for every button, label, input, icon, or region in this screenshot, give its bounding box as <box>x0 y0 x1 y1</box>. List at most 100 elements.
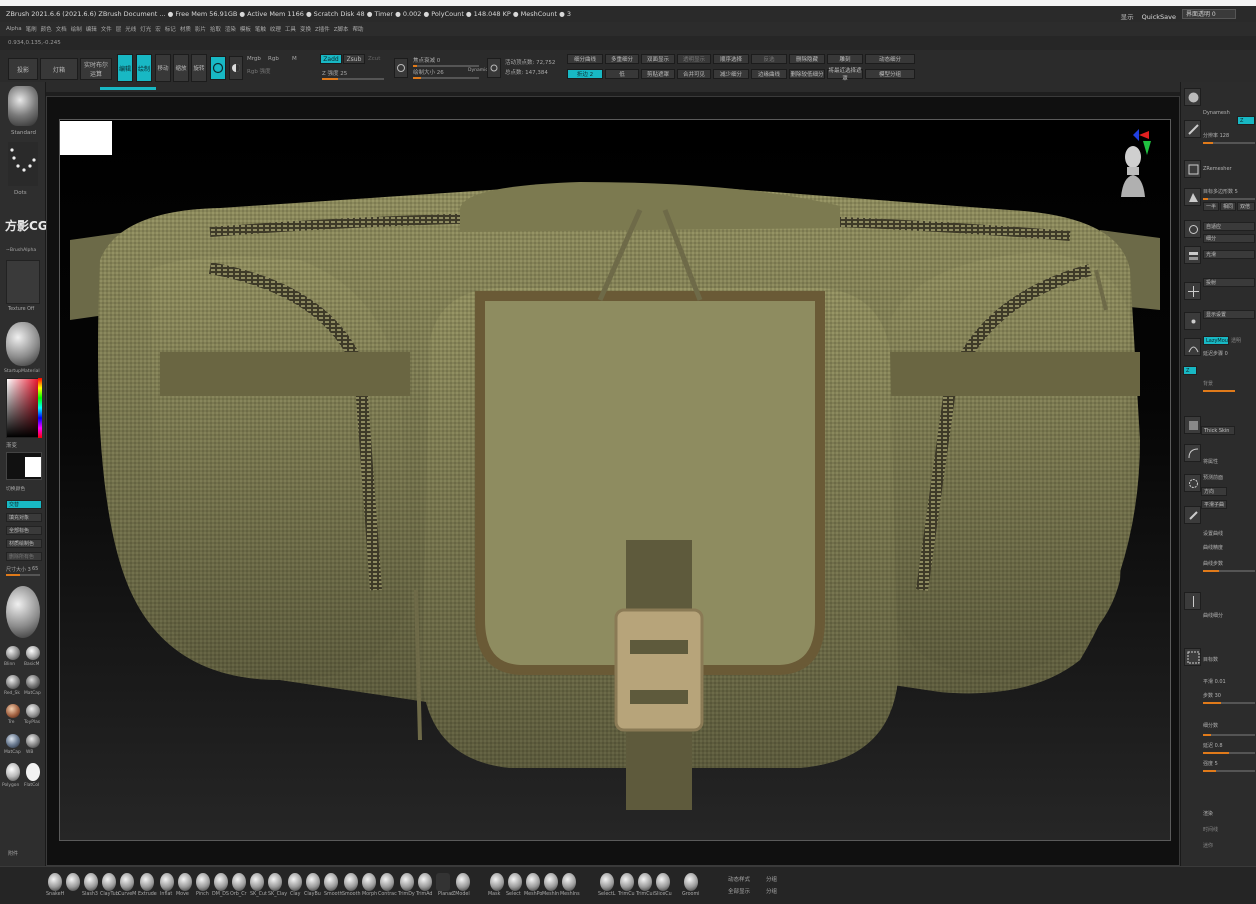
material-sphere[interactable] <box>6 704 20 718</box>
z-intensity-track[interactable] <box>322 78 384 80</box>
z-toggle[interactable]: Z <box>1183 366 1197 375</box>
brush-thumbnail[interactable] <box>160 873 174 891</box>
waist-bag-model[interactable] <box>60 120 1170 840</box>
shelf-button[interactable]: 边缘曲线 <box>751 69 787 79</box>
rotate-button[interactable]: 旋转 <box>191 54 207 82</box>
brush-thumbnail[interactable] <box>620 873 634 891</box>
shelf-button[interactable]: 动态细分 <box>865 54 915 64</box>
shelf-button[interactable]: 减少细分 <box>713 69 749 79</box>
mini-label[interactable]: 迷你 <box>1203 842 1213 849</box>
steps-slider[interactable]: 步数 30 <box>1203 692 1221 699</box>
zremesher-label[interactable]: ZRemesher <box>1203 166 1232 172</box>
brush-thumbnail[interactable] <box>362 873 376 891</box>
curve-step-track[interactable] <box>1203 570 1255 572</box>
delete-colors-button[interactable]: 删除所有色 <box>6 552 42 561</box>
hue-slider[interactable] <box>38 378 42 438</box>
shelf-button[interactable]: 模型分组 <box>865 69 915 79</box>
menu-item[interactable]: 光线 <box>125 25 136 33</box>
lazymouse-icon[interactable] <box>1184 338 1201 356</box>
brush-thumbnail[interactable] <box>178 873 192 891</box>
menu-item[interactable]: 拾取 <box>210 25 221 33</box>
shelf-button[interactable]: 多重细分 <box>605 54 639 64</box>
brush-thumbnail[interactable] <box>544 873 558 891</box>
shelf-button[interactable]: 双面显示 <box>641 54 675 64</box>
brush-thumbnail[interactable] <box>120 873 134 891</box>
zremesher-icon[interactable] <box>1184 160 1201 178</box>
material-sphere[interactable] <box>6 763 20 781</box>
menu-item[interactable]: Z脚本 <box>334 25 349 33</box>
color-picker[interactable] <box>6 378 42 438</box>
menu-item[interactable]: 绘制 <box>71 25 82 33</box>
lazymouse-toggle[interactable]: LazyMouse <box>1203 336 1229 345</box>
inflate-icon[interactable] <box>1184 220 1201 238</box>
render-label[interactable]: 渲染 <box>1203 810 1213 817</box>
menu-item[interactable]: 变换 <box>300 25 311 33</box>
shelf-button[interactable]: 低 <box>605 69 639 79</box>
brush-thumbnail[interactable] <box>508 873 522 891</box>
brush-thumbnail[interactable] <box>214 873 228 891</box>
brush-thumbnail[interactable] <box>268 873 282 891</box>
texture-thumbnail[interactable] <box>6 260 40 304</box>
z-intensity-slider[interactable]: Z 强度 25 <box>322 69 347 77</box>
menu-item[interactable]: 层 <box>116 25 122 33</box>
option-button[interactable]: 显示设置 <box>1203 310 1255 319</box>
stroke-thumbnail[interactable] <box>8 142 38 186</box>
material-sphere[interactable] <box>26 646 40 660</box>
focal-shift-slider[interactable]: 焦点衰减 0 <box>413 56 440 64</box>
polygroup-icon[interactable] <box>1184 188 1201 206</box>
menu-item[interactable]: 材质 <box>180 25 191 33</box>
material-preview-sphere[interactable] <box>6 586 40 638</box>
thick-skin-icon[interactable] <box>1184 416 1201 434</box>
material-color-button[interactable]: 材质绘制色 <box>6 539 42 548</box>
m-toggle[interactable]: M <box>292 56 297 62</box>
brush-thumbnail[interactable] <box>140 873 154 891</box>
timeline-label[interactable]: 时间线 <box>1203 826 1218 833</box>
menu-item[interactable]: 编辑 <box>86 25 97 33</box>
draw-size-slider[interactable]: 绘制大小 26 <box>413 68 444 76</box>
target-polys-track[interactable] <box>1203 198 1255 200</box>
mark-all-button[interactable]: 全部标色 <box>6 526 42 535</box>
target-polys-slider[interactable]: 目标多边形数 5 <box>1203 188 1238 195</box>
smooth-slider[interactable]: 平滑 0.01 <box>1203 678 1226 685</box>
color-swatch[interactable] <box>6 452 42 480</box>
menu-item[interactable]: 笔触 <box>255 25 266 33</box>
brush-thumbnail[interactable] <box>526 873 540 891</box>
adaptive-button[interactable]: 自适应 <box>1203 222 1255 231</box>
lightbox-button[interactable]: 灯箱 <box>40 58 78 80</box>
brush-thumbnail[interactable] <box>196 873 210 891</box>
menu-item[interactable]: 帮助 <box>353 25 364 33</box>
symmetry-icon[interactable] <box>1184 592 1201 610</box>
delay-slider[interactable]: 延迟 0.8 <box>1203 742 1223 749</box>
shelf-button[interactable]: 合并可见 <box>677 69 711 79</box>
menu-item[interactable]: 笔刷 <box>26 25 37 33</box>
material-sphere[interactable] <box>26 763 40 781</box>
brush-icon[interactable] <box>1184 506 1201 524</box>
menu-item[interactable]: Alpha <box>6 26 22 32</box>
subdivide-button[interactable]: 细分 <box>1203 234 1255 243</box>
strength-track[interactable] <box>1203 770 1255 772</box>
steps-track[interactable] <box>1203 702 1255 704</box>
scale-button[interactable]: 缩放 <box>173 54 189 82</box>
focal-shift-track[interactable] <box>413 65 479 67</box>
smooth-button[interactable]: 光滑 <box>1203 250 1255 259</box>
live-boolean-button[interactable]: 实时布尔 运算 <box>80 58 112 80</box>
menu-item[interactable]: 模板 <box>240 25 251 33</box>
shelf-button[interactable]: 折边 2 <box>567 69 603 79</box>
stroke-icon[interactable] <box>1184 312 1201 330</box>
brush-thumbnail[interactable] <box>380 873 394 891</box>
menu-item[interactable]: 渲染 <box>225 25 236 33</box>
edit-button[interactable]: 编辑 <box>117 54 133 82</box>
menu-item[interactable]: 文档 <box>56 25 67 33</box>
material-thumbnail[interactable] <box>6 322 40 366</box>
brush-thumbnail[interactable] <box>344 873 358 891</box>
brush-thumbnail[interactable] <box>638 873 652 891</box>
brush-thumbnail[interactable] <box>684 873 698 891</box>
thick-skin-button[interactable]: Thick Skin <box>1201 426 1235 435</box>
brush-thumbnail[interactable] <box>456 873 470 891</box>
resolution-slider[interactable]: 分辨率 128 <box>1203 132 1229 139</box>
half-button[interactable]: 一半 <box>1203 202 1219 211</box>
brush-thumbnail[interactable] <box>600 873 614 891</box>
fill-object-button[interactable]: 填充对象 <box>6 513 42 522</box>
brush-size-slider[interactable]: 尺寸大小 3 <box>6 566 31 573</box>
sphere-tool-icon[interactable] <box>1184 88 1201 106</box>
